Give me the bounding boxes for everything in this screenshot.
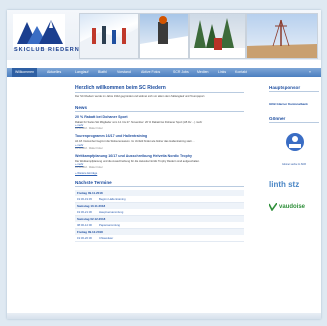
page-title: Herzlich willkommen beim SC Riedern [75,85,166,91]
event-time: 08:00-12:00 [77,223,92,227]
vaudoise-logo[interactable]: vaudoise [269,203,319,211]
nav-item-medien[interactable]: Medien [197,68,208,77]
news-heading: News [75,104,88,110]
banner-photo-forest [189,13,246,59]
news-item: Tourenprogramm 16/17 und Hallentraining … [75,134,244,150]
nav-item-vorstand[interactable]: Vorstand [117,68,131,77]
event-time: 19:30-21:30 [77,210,92,214]
news-divider [75,110,244,112]
goenner-image[interactable] [273,128,317,158]
news-item-date: 05.11.2018 · Walter Kobel [75,127,103,130]
title-divider [75,92,244,93]
events-heading: Nächste Termine [75,180,112,185]
news-item-title[interactable]: Wettkampfplanung 16/17 und Ausschreibung… [75,154,244,158]
banner-photo-skier-action [139,13,189,59]
nav-item-willkommen[interactable]: Willkommen [12,68,38,77]
news-item: 20 % Rabatt bei Dohaner Sport Rabatt für… [75,115,244,131]
intro-text: Der SC Riedern wurde im Jahre 1942 gegrü… [75,95,206,98]
event-row[interactable]: 19:30-19:45 Beginn Hallentraining [75,196,244,203]
banner-photo-skiers [79,13,139,59]
goenner-caption[interactable]: Gönner suche im SCR [269,163,319,166]
nav-item-scr-jobs[interactable]: SCR Jobs [173,68,189,77]
all-news-link[interactable]: » Weitere Einträge [75,172,244,175]
event-name[interactable]: Papiersammlung [99,223,120,227]
sidebar: Hauptsponsor GKB Glarner Kantonalbank Gö… [269,85,319,211]
news-item-title[interactable]: 20 % Rabatt bei Dohaner Sport [75,115,244,119]
sponsor-heading: Hauptsponsor [269,85,301,90]
event-name[interactable]: Hauptversammlung [99,210,123,214]
nav-item-kontakt[interactable]: Kontakt [235,68,247,77]
event-time: 19:30-19:45 [77,197,92,201]
sponsor-logo[interactable]: GKB Glarner Kantonalbank [269,102,319,106]
event-row[interactable]: 19:30-21:30 Hauptversammlung [75,209,244,216]
page-container: SKICLUB RIEDERN Willkommen Aktuelles Lan… [7,10,321,319]
vaudoise-mark-icon [269,203,277,211]
sponsor-name: GKB Glarner Kantonalbank [269,102,308,106]
nav-item-links[interactable]: Links [218,68,226,77]
news-item: Wettkampfplanung 16/17 und Ausschreibung… [75,154,244,170]
footer-bar [7,313,321,319]
event-row[interactable]: 19:30-20:30 Chlausfeier [75,235,244,242]
main-content: Herzlich willkommen beim SC Riedern Der … [75,85,244,242]
nav-item-biathl[interactable]: Biathl [98,68,107,77]
header-banner: SKICLUB RIEDERN [7,10,321,60]
news-item-title[interactable]: Tourenprogramm 16/17 und Hallentraining [75,134,244,138]
goenner-heading: Gönner [269,116,286,121]
banner-photo-tower [246,13,318,59]
goenner-divider [269,122,319,123]
sponsor-divider [269,91,319,92]
vaudoise-text: vaudoise [279,204,306,210]
events-divider [75,186,244,187]
news-item-date: 01.11.2018 · Walter Kobel [75,146,103,150]
main-navigation: Willkommen Aktuelles Langlauf Biathl Vor… [7,68,321,77]
nav-item-aktuelles[interactable]: Aktuelles [47,68,61,77]
nav-item-aktive-fotos[interactable]: Aktive Fotos [141,68,160,77]
nav-more-icon[interactable]: » [309,68,311,77]
event-name[interactable]: Beginn Hallentraining [99,197,126,201]
news-item-date: 01.11.2018 · Walter Kobel [75,166,103,169]
event-time: 19:30-20:30 [77,236,92,240]
nav-item-langlauf[interactable]: Langlauf [75,68,88,77]
event-name[interactable]: Chlausfeier [99,236,113,240]
event-row[interactable]: 08:00-12:00 Papiersammlung [75,222,244,229]
event-list: Freitag 09.11.2018 19:30-19:45 Beginn Hal… [75,190,244,242]
linth-logo[interactable]: linth stz [269,180,319,189]
logo-text: SKICLUB RIEDERN [14,47,80,53]
